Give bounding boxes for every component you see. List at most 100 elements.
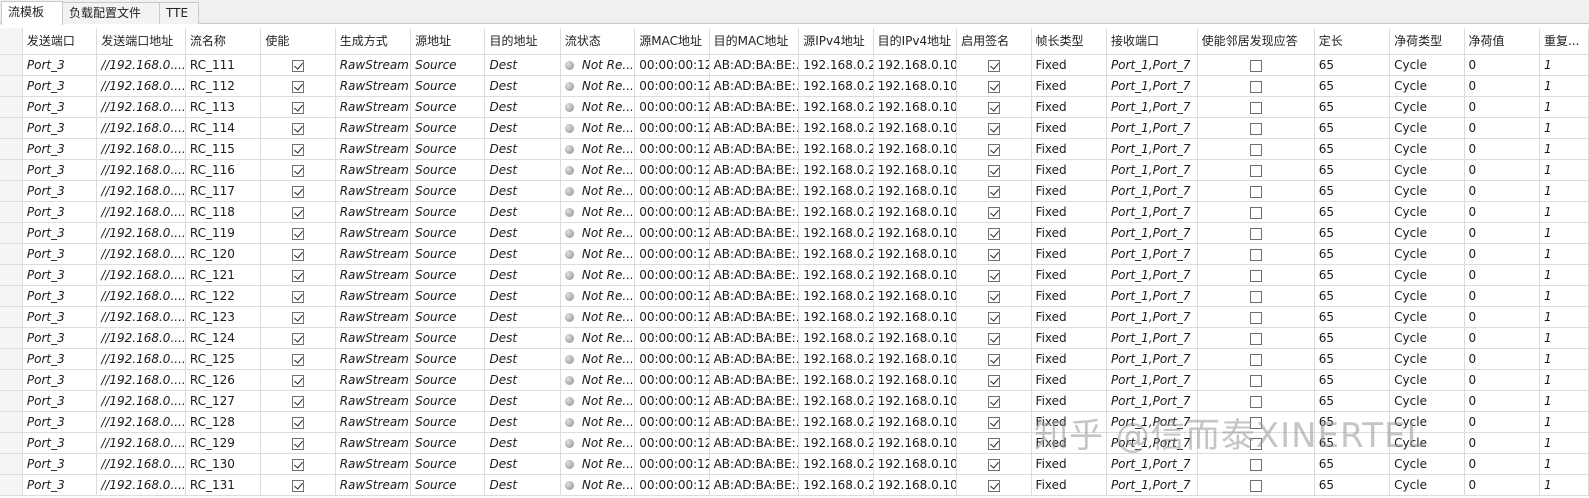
cell-src-ip[interactable]: 192.168.0.2 — [798, 327, 874, 349]
cell-status[interactable]: Not Re... — [560, 222, 636, 244]
cell-dst[interactable]: Dest — [484, 264, 561, 286]
cell-src[interactable]: Source — [410, 369, 486, 391]
cell-fixed-len[interactable]: 65 — [1314, 453, 1391, 475]
cell-dst-ip[interactable]: 192.168.0.10 — [873, 432, 958, 454]
cell-dst-mac[interactable]: AB:AD:BA:BE:... — [709, 390, 800, 412]
cell-rx-ports[interactable]: Port_1,Port_7 — [1106, 243, 1198, 265]
cell-sign[interactable] — [956, 54, 1032, 76]
cell-src-mac[interactable]: 00:00:00:12... — [634, 348, 710, 370]
cell-port[interactable]: Port_3 — [22, 432, 98, 454]
cell-rx-ports[interactable]: Port_1,Port_7 — [1106, 411, 1198, 433]
cell-neighbor-reply[interactable] — [1197, 159, 1315, 181]
cell-payload-type[interactable]: Cycle — [1389, 75, 1465, 97]
cell-fixed-len[interactable]: 65 — [1314, 222, 1391, 244]
cell-payload-type[interactable]: Cycle — [1389, 453, 1465, 475]
cell-enabled[interactable] — [260, 243, 336, 265]
cell-sign[interactable] — [956, 222, 1032, 244]
cell-repeat[interactable]: 1 — [1539, 180, 1589, 202]
cell-status[interactable]: Not Re... — [560, 390, 636, 412]
cell-port-addr[interactable]: //192.168.0.... — [96, 432, 186, 454]
cell-src[interactable]: Source — [410, 348, 486, 370]
cell-frame-len-type[interactable]: Fixed — [1031, 285, 1107, 307]
cell-gen-mode[interactable]: RawStream — [335, 411, 412, 433]
cell-port[interactable]: Port_3 — [22, 306, 98, 328]
cell-neighbor-reply[interactable] — [1197, 432, 1315, 454]
cell-port-addr[interactable]: //192.168.0.... — [96, 327, 186, 349]
cell-dst-mac[interactable]: AB:AD:BA:BE:... — [709, 159, 800, 181]
cell-gen-mode[interactable]: RawStream — [335, 243, 412, 265]
row-header[interactable] — [0, 285, 23, 307]
cell-rx-ports[interactable]: Port_1,Port_7 — [1106, 306, 1198, 328]
cell-src-mac[interactable]: 00:00:00:12... — [634, 96, 710, 118]
cell-dst-mac[interactable]: AB:AD:BA:BE:... — [709, 474, 800, 496]
cell-dst-ip[interactable]: 192.168.0.10 — [873, 390, 958, 412]
cell-src[interactable]: Source — [410, 75, 486, 97]
cell-frame-len-type[interactable]: Fixed — [1031, 54, 1107, 76]
cell-status[interactable]: Not Re... — [560, 348, 636, 370]
column-header-15[interactable]: 使能邻居发现应答 — [1197, 28, 1315, 55]
neighbor-reply-checkbox[interactable] — [1249, 353, 1262, 366]
neighbor-reply-checkbox[interactable] — [1249, 290, 1262, 303]
cell-fixed-len[interactable]: 65 — [1314, 369, 1391, 391]
enabled-checkbox[interactable] — [292, 290, 304, 303]
cell-neighbor-reply[interactable] — [1197, 138, 1315, 160]
sign-checkbox[interactable] — [987, 353, 1000, 366]
column-header-11[interactable]: 目的IPv4地址 — [873, 28, 958, 55]
cell-sign[interactable] — [956, 306, 1032, 328]
cell-stream-name[interactable]: RC_112 — [185, 75, 262, 97]
enabled-checkbox[interactable] — [292, 332, 304, 345]
cell-src-mac[interactable]: 00:00:00:12... — [634, 327, 710, 349]
neighbor-reply-checkbox[interactable] — [1249, 185, 1262, 198]
cell-sign[interactable] — [956, 411, 1032, 433]
cell-payload-value[interactable]: 0 — [1464, 327, 1540, 349]
cell-src[interactable]: Source — [410, 327, 486, 349]
cell-port-addr[interactable]: //192.168.0.... — [96, 54, 186, 76]
cell-payload-type[interactable]: Cycle — [1389, 96, 1465, 118]
neighbor-reply-checkbox[interactable] — [1249, 206, 1262, 219]
cell-fixed-len[interactable]: 65 — [1314, 285, 1391, 307]
cell-frame-len-type[interactable]: Fixed — [1031, 432, 1107, 454]
neighbor-reply-checkbox[interactable] — [1249, 80, 1262, 93]
enabled-checkbox[interactable] — [292, 311, 304, 324]
cell-src[interactable]: Source — [410, 96, 486, 118]
cell-payload-value[interactable]: 0 — [1464, 369, 1540, 391]
cell-dst-mac[interactable]: AB:AD:BA:BE:... — [709, 54, 800, 76]
cell-src[interactable]: Source — [410, 474, 486, 496]
cell-src-ip[interactable]: 192.168.0.2 — [798, 432, 874, 454]
cell-neighbor-reply[interactable] — [1197, 474, 1315, 496]
cell-payload-type[interactable]: Cycle — [1389, 159, 1465, 181]
cell-port[interactable]: Port_3 — [22, 411, 98, 433]
column-header-10[interactable]: 源IPv4地址 — [798, 28, 874, 55]
cell-enabled[interactable] — [260, 390, 336, 412]
cell-payload-type[interactable]: Cycle — [1389, 117, 1465, 139]
table-row[interactable]: Port_3//192.168.0.... RC_122 RawStream Sour… — [0, 285, 1589, 307]
cell-neighbor-reply[interactable] — [1197, 54, 1315, 76]
cell-rx-ports[interactable]: Port_1,Port_7 — [1106, 453, 1198, 475]
cell-gen-mode[interactable]: RawStream — [335, 75, 412, 97]
neighbor-reply-checkbox[interactable] — [1249, 227, 1262, 240]
cell-neighbor-reply[interactable] — [1197, 243, 1315, 265]
cell-payload-type[interactable]: Cycle — [1389, 264, 1465, 286]
cell-rx-ports[interactable]: Port_1,Port_7 — [1106, 390, 1198, 412]
cell-frame-len-type[interactable]: Fixed — [1031, 474, 1107, 496]
neighbor-reply-checkbox[interactable] — [1249, 374, 1262, 387]
cell-port-addr[interactable]: //192.168.0.... — [96, 285, 186, 307]
cell-stream-name[interactable]: RC_131 — [185, 474, 262, 496]
sign-checkbox[interactable] — [987, 395, 1000, 408]
cell-frame-len-type[interactable]: Fixed — [1031, 390, 1107, 412]
cell-repeat[interactable]: 1 — [1539, 306, 1589, 328]
cell-neighbor-reply[interactable] — [1197, 96, 1315, 118]
cell-sign[interactable] — [956, 159, 1032, 181]
cell-dst-mac[interactable]: AB:AD:BA:BE:... — [709, 306, 800, 328]
cell-src[interactable]: Source — [410, 180, 486, 202]
cell-frame-len-type[interactable]: Fixed — [1031, 243, 1107, 265]
cell-frame-len-type[interactable]: Fixed — [1031, 159, 1107, 181]
cell-fixed-len[interactable]: 65 — [1314, 201, 1391, 223]
sign-checkbox[interactable] — [987, 122, 1000, 135]
cell-sign[interactable] — [956, 348, 1032, 370]
cell-src-mac[interactable]: 00:00:00:12... — [634, 75, 710, 97]
cell-payload-value[interactable]: 0 — [1464, 453, 1540, 475]
sign-checkbox[interactable] — [987, 248, 1000, 261]
enabled-checkbox[interactable] — [292, 458, 304, 471]
enabled-checkbox[interactable] — [292, 59, 304, 72]
